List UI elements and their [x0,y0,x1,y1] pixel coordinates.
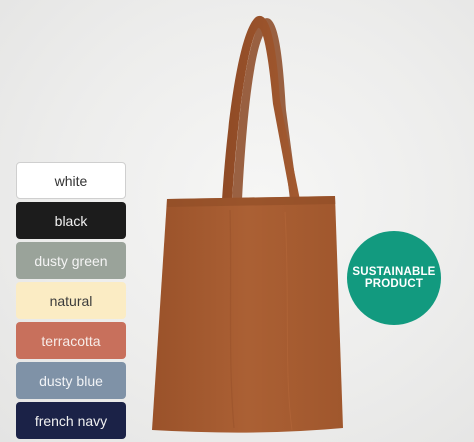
sustainable-product-badge: SUSTAINABLE PRODUCT [347,231,441,325]
swatch-french-navy[interactable]: french navy [16,402,126,439]
swatch-label: black [54,212,88,229]
swatch-label: dusty green [34,252,108,269]
swatch-dusty-blue[interactable]: dusty blue [16,362,126,399]
swatch-label: natural [49,292,93,309]
swatch-black[interactable]: black [16,202,126,239]
swatch-white[interactable]: white [16,162,126,199]
product-image-panel: white black dusty green natural terracot… [0,0,474,442]
badge-line-1: SUSTAINABLE [352,266,436,278]
color-swatch-list: white black dusty green natural terracot… [16,162,126,439]
badge-line-2: PRODUCT [364,278,424,290]
swatch-label: white [54,172,88,189]
swatch-natural[interactable]: natural [16,282,126,319]
swatch-terracotta[interactable]: terracotta [16,322,126,359]
swatch-label: dusty blue [39,372,103,389]
swatch-label: terracotta [41,332,101,349]
swatch-label: french navy [34,412,108,429]
swatch-dusty-green[interactable]: dusty green [16,242,126,279]
